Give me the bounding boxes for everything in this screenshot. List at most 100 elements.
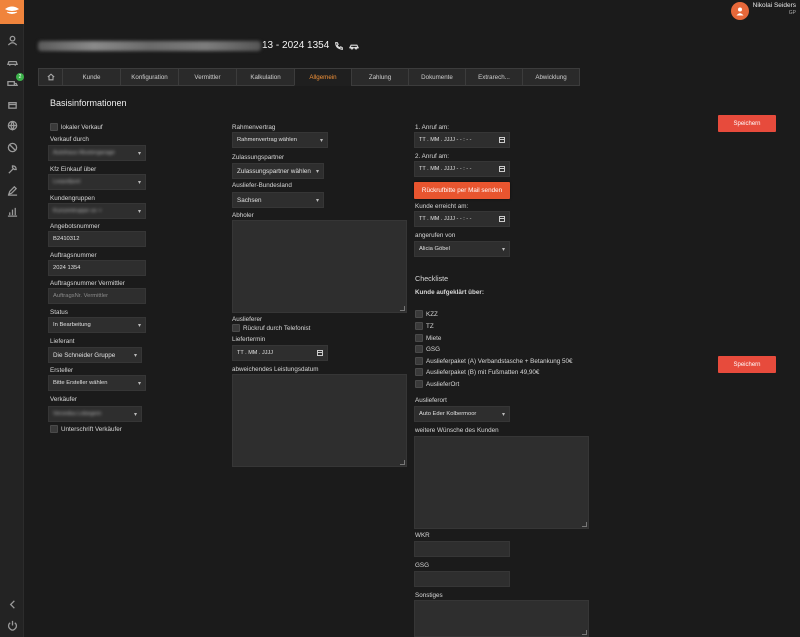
abholer-label: Abholer — [232, 212, 254, 219]
user-icon[interactable] — [5, 33, 19, 47]
phone-icon[interactable] — [334, 41, 344, 51]
title-text: 13 - 2024 1354 — [262, 40, 330, 51]
kunde-erreicht-label: Kunde erreicht am: — [415, 203, 469, 210]
auslieferpaket-b-checkbox[interactable] — [415, 368, 423, 376]
globe-icon[interactable] — [5, 118, 19, 132]
statistics-icon[interactable] — [5, 204, 19, 218]
kzz-label: KZZ — [426, 311, 438, 318]
verkaeufer-select[interactable]: Veronika Lobegem — [48, 406, 142, 422]
kfz-einkauf-label: Kfz Einkauf über — [50, 166, 97, 173]
calendar-icon[interactable] — [499, 137, 505, 143]
collapse-icon[interactable] — [5, 597, 19, 611]
app-logo[interactable] — [0, 0, 24, 24]
rueckruf-mail-button[interactable]: Rückrufbitte per Mail senden — [414, 182, 510, 199]
wkr-label: WKR — [415, 532, 430, 539]
auslieferort-label: Auslieferort — [415, 397, 447, 404]
liefertermin-label: Liefertermin — [232, 336, 266, 343]
gsg-checkbox[interactable] — [415, 345, 423, 353]
sonstiges-textarea[interactable] — [414, 600, 589, 637]
save-button-middle[interactable]: Speichern — [718, 356, 776, 373]
notification-badge: 2 — [16, 73, 24, 81]
kfz-einkauf-select[interactable]: Leasefport — [48, 174, 146, 190]
section-title: Basisinformationen — [50, 98, 127, 108]
lieferant-select[interactable]: Die Schneider Gruppe — [48, 347, 142, 363]
auslieferort-check-label: AuslieferOrt — [426, 381, 460, 388]
auftragsnummer-label: Auftragsnummer — [50, 252, 97, 259]
rahmenvertrag-select[interactable]: Rahmenvertrag wählen — [232, 132, 328, 148]
gsg-check-label: GSG — [426, 346, 440, 353]
lieferant-label: Lieferant — [50, 338, 75, 345]
rahmenvertrag-label: Rahmenvertrag — [232, 124, 276, 131]
kundengruppen-label: Kundengruppen — [50, 195, 95, 202]
power-icon[interactable] — [5, 618, 19, 632]
page-title: 13 - 2024 1354 — [38, 40, 360, 51]
wrench-icon[interactable] — [5, 162, 19, 176]
kunde-erreicht-datetime[interactable]: TT . MM . JJJJ - - : - - — [414, 211, 510, 227]
tab-extrarechnung[interactable]: Extrarech... — [465, 68, 523, 86]
pen-icon[interactable] — [5, 183, 19, 197]
angerufen-label: angerufen von — [415, 232, 456, 239]
liefertermin-date[interactable]: TT . MM . JJJJ — [232, 345, 328, 361]
verkauf-durch-select[interactable]: Autohaus Mustergarage — [48, 145, 146, 161]
anruf2-label: 2. Anruf am: — [415, 153, 449, 160]
unterschrift-label: Unterschrift Verkäufer — [61, 426, 122, 433]
auftragsnummer-vermittler-input[interactable]: AuftragsNr. Vermittler — [48, 288, 146, 304]
tab-vermittler[interactable]: Vermittler — [178, 68, 237, 86]
checkliste-subtitle: Kunde aufgeklärt über: — [415, 289, 484, 296]
abholer-textarea[interactable] — [232, 220, 407, 313]
inventory-icon[interactable] — [5, 97, 19, 111]
wkr-field[interactable] — [414, 541, 510, 557]
auslieferort-select[interactable]: Auto Eder Kolbermoor — [414, 406, 510, 422]
sonstiges-label: Sonstiges — [415, 592, 443, 599]
anruf1-datetime[interactable]: TT . MM . JJJJ - - : - - — [414, 132, 510, 148]
tz-label: TZ — [426, 323, 434, 330]
zulassungspartner-select[interactable]: Zulassungspartner wählen — [232, 163, 324, 179]
auslieferort-checkbox[interactable] — [415, 380, 423, 388]
ersteller-label: Ersteller — [50, 367, 74, 374]
ersteller-select[interactable]: Bitte Ersteller wählen — [48, 375, 146, 391]
auslieferpaket-a-checkbox[interactable] — [415, 357, 423, 365]
gsg-field[interactable] — [414, 571, 510, 587]
tab-zahlung[interactable]: Zahlung — [351, 68, 409, 86]
save-button-top[interactable]: Speichern — [718, 115, 776, 132]
wuensche-textarea[interactable] — [414, 436, 589, 529]
kundengruppen-select[interactable]: Kunzentruppe uv + — [48, 203, 146, 219]
angerufen-select[interactable]: Alicia Göbel — [414, 241, 510, 257]
calendar-icon[interactable] — [499, 166, 505, 172]
tab-abwicklung[interactable]: Abwicklung — [522, 68, 580, 86]
tab-home[interactable] — [38, 68, 63, 86]
bundesland-select[interactable]: Sachsen — [232, 192, 324, 208]
status-select[interactable]: In Bearbeitung — [48, 317, 146, 333]
delivery-icon[interactable]: 2 — [5, 73, 24, 90]
leistungsdatum-textarea[interactable] — [232, 374, 407, 467]
car-icon[interactable] — [5, 55, 19, 69]
tab-kalkulation[interactable]: Kalkulation — [236, 68, 295, 86]
auftragsnummer-field[interactable]: 2024 1354 — [48, 260, 146, 276]
redacted-title — [38, 40, 261, 51]
unterschrift-checkbox[interactable] — [50, 425, 58, 433]
lokaler-verkauf-label: lokaler Verkauf — [61, 124, 103, 131]
rueckruf-checkbox[interactable] — [232, 324, 240, 332]
auslieferpaket-a-label: Auslieferpaket (A) Verbandstasche + Beta… — [426, 358, 573, 365]
user-menu[interactable]: Nikolai Seiders GP — [730, 2, 796, 20]
verkauf-durch-label: Verkauf durch — [50, 136, 89, 143]
tz-checkbox[interactable] — [415, 322, 423, 330]
car-icon[interactable] — [349, 41, 360, 51]
tab-konfiguration[interactable]: Konfiguration — [120, 68, 179, 86]
angebotsnummer-field[interactable]: B2410312 — [48, 231, 146, 247]
tab-kunde[interactable]: Kunde — [62, 68, 121, 86]
lokaler-verkauf-checkbox[interactable] — [50, 123, 58, 131]
bundesland-label: Ausliefer-Bundesland — [232, 182, 292, 189]
tab-dokumente[interactable]: Dokumente — [408, 68, 466, 86]
verkaeufer-label: Verkäufer — [50, 396, 77, 403]
kzz-checkbox[interactable] — [415, 310, 423, 318]
miete-checkbox[interactable] — [415, 334, 423, 342]
calendar-icon[interactable] — [317, 350, 323, 356]
miete-label: Miete — [426, 335, 442, 342]
calendar-icon[interactable] — [499, 216, 505, 222]
leistungsdatum-label: abweichendes Leistungsdatum — [232, 366, 319, 373]
blocked-icon[interactable] — [5, 140, 19, 154]
anruf2-datetime[interactable]: TT . MM . JJJJ - - : - - — [414, 161, 510, 177]
tab-allgemein[interactable]: Allgemein — [294, 68, 352, 86]
sidebar: 2 — [0, 0, 24, 637]
